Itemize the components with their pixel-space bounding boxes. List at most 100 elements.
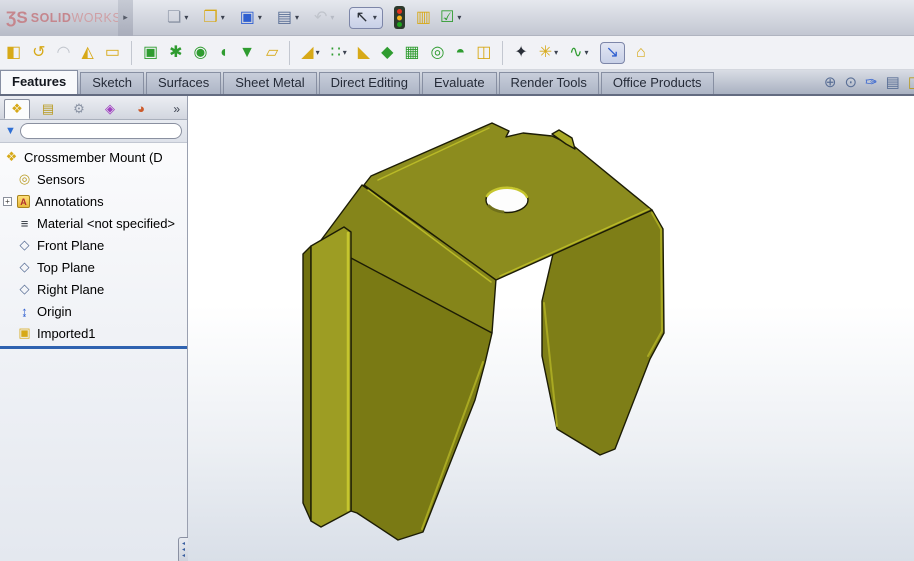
tab-direct-editing[interactable]: Direct Editing	[319, 72, 420, 94]
tab-features[interactable]: Features	[0, 70, 78, 94]
print-icon[interactable]: ▤	[277, 10, 292, 26]
options-dropdown-icon[interactable]: ▾	[457, 13, 461, 22]
dimxpertmanager-tab-icon[interactable]: ◈	[97, 99, 123, 119]
tree-item-top-plane[interactable]: ◇ Top Plane	[0, 256, 187, 278]
new-document-dropdown-icon[interactable]: ▾	[184, 13, 188, 22]
select-tool-button[interactable]: ↖ ▾	[349, 7, 382, 29]
boundary-cut-icon[interactable]: ▱	[266, 45, 278, 61]
menu-expand-arrow-icon[interactable]: ▸	[118, 0, 133, 36]
fillet-group: ◢ ▾	[301, 45, 319, 61]
tree-item-front-plane[interactable]: ◇ Front Plane	[0, 234, 187, 256]
appearances-book-icon[interactable]: ▤	[886, 73, 900, 91]
tree-item-label: Imported1	[37, 326, 96, 341]
helix-dropdown-icon[interactable]: ▾	[585, 48, 589, 57]
featuremanager-tree-tab-icon[interactable]: ❖	[4, 99, 30, 119]
hole-wizard-icon[interactable]: ✱	[169, 45, 182, 61]
extruded-cut-icon[interactable]: ▣	[143, 45, 158, 61]
wrap-icon[interactable]: ◎	[431, 45, 445, 61]
tree-item-label: Material <not specified>	[37, 216, 175, 231]
brand-text-bold: SOLID	[31, 11, 72, 25]
panel-splitter-handle[interactable]: ◂ ◂ ◂	[178, 537, 188, 561]
tab-surfaces[interactable]: Surfaces	[146, 72, 221, 94]
sheet-metal-bends-icon[interactable]: ⌂	[636, 45, 646, 61]
rebuild-traffic-light-icon[interactable]	[394, 6, 405, 29]
save-icon[interactable]: ▣	[240, 10, 255, 26]
select-arrow-icon[interactable]: ↖	[355, 10, 368, 26]
tab-evaluate[interactable]: Evaluate	[422, 72, 497, 94]
new-document-icon[interactable]: ❏	[167, 10, 181, 26]
save-dropdown-icon[interactable]: ▾	[258, 13, 262, 22]
zoom-timed-icon[interactable]: ⊙	[844, 73, 857, 91]
panel-overflow-chevron-icon[interactable]: »	[173, 102, 183, 116]
open-icon[interactable]: ❒	[203, 10, 217, 26]
fillet-dropdown-icon[interactable]: ▾	[316, 48, 320, 57]
lofted-boss-icon[interactable]: ◭	[82, 45, 94, 61]
fillet-icon[interactable]: ◢	[301, 45, 313, 61]
tab-office-products[interactable]: Office Products	[601, 72, 714, 94]
helix-spiral-icon[interactable]: ∿	[569, 45, 582, 61]
tree-item-right-plane[interactable]: ◇ Right Plane	[0, 278, 187, 300]
manager-tab-strip: ❖ ▤ ⚙ ◈ ◕ »	[0, 96, 187, 120]
draft-icon[interactable]: ◆	[381, 45, 393, 61]
model-face-flange[interactable]	[311, 227, 351, 527]
propertymanager-tab-icon[interactable]: ▤	[35, 99, 61, 119]
origin-axes-icon: ↨	[17, 304, 32, 319]
part-icon: ❖	[4, 149, 19, 165]
linear-pattern-icon[interactable]: ∷	[331, 45, 341, 61]
extruded-boss-icon[interactable]: ◧	[6, 45, 21, 61]
tree-item-label: Front Plane	[37, 238, 104, 253]
rib-icon[interactable]: ◣	[358, 45, 370, 61]
rollback-bar[interactable]	[0, 346, 187, 349]
select-dropdown-icon[interactable]: ▾	[373, 13, 377, 22]
pattern-group: ∷ ▾	[331, 45, 347, 61]
instant3d-icon[interactable]: ↘	[606, 45, 619, 61]
dome-icon[interactable]: ◓	[456, 45, 466, 61]
shell-icon[interactable]: ▦	[404, 45, 419, 61]
instant3d-button[interactable]: ↘	[600, 42, 625, 64]
tree-item-material[interactable]: ≡ Material <not specified>	[0, 212, 187, 234]
displaymanager-tab-icon[interactable]: ◕	[128, 99, 154, 119]
tree-item-imported1[interactable]: ▣ Imported1	[0, 322, 187, 344]
undo-icon: ↶	[314, 10, 327, 26]
options-icon[interactable]: ☑	[440, 10, 454, 26]
logo-mark-icon: ƷS	[6, 8, 28, 28]
revolved-cut-icon[interactable]: ◉	[193, 45, 207, 61]
graphics-area[interactable]	[188, 96, 914, 561]
tab-render-tools[interactable]: Render Tools	[499, 72, 599, 94]
features-toolbar: ◧ ↺ ◠ ◭ ▭ ▣ ✱ ◉ ◖ ▼ ▱ ◢ ▾ ∷ ▾ ◣ ◆ ▦ ◎ ◓ …	[0, 36, 914, 70]
curves-dropdown-icon[interactable]: ▾	[554, 48, 558, 57]
tab-sheet-metal[interactable]: Sheet Metal	[223, 72, 316, 94]
tree-item-origin[interactable]: ↨ Origin	[0, 300, 187, 322]
boundary-boss-icon[interactable]: ▭	[105, 45, 120, 61]
scene-box-icon[interactable]: ◫	[908, 73, 914, 91]
swept-cut-icon[interactable]: ◖	[218, 45, 228, 61]
options-group: ☑ ▾	[440, 10, 461, 26]
solidworks-logo: ƷS SOLIDWORKS	[0, 0, 118, 36]
filter-funnel-icon: ▼	[5, 125, 16, 137]
model-face-flange-edge[interactable]	[303, 246, 311, 521]
zoom-to-area-icon[interactable]: ⊕	[824, 73, 837, 91]
plane-icon: ◇	[17, 237, 32, 253]
pen-markup-icon[interactable]: ✑	[865, 73, 878, 91]
open-dropdown-icon[interactable]: ▾	[221, 13, 225, 22]
expand-plus-icon[interactable]: +	[3, 197, 12, 206]
file-properties-icon[interactable]: ▥	[416, 10, 431, 26]
pattern-dropdown-icon[interactable]: ▾	[343, 48, 347, 57]
brand-text-light: WORKS	[71, 11, 121, 25]
print-dropdown-icon[interactable]: ▾	[295, 13, 299, 22]
lofted-cut-icon[interactable]: ▼	[239, 45, 255, 61]
revolved-boss-icon[interactable]: ↺	[32, 45, 45, 61]
tree-item-sensors[interactable]: ◎ Sensors	[0, 168, 187, 190]
tree-item-part-root[interactable]: ❖ Crossmember Mount (D	[0, 146, 187, 168]
curves-icon[interactable]: ✳	[539, 45, 552, 61]
mirror-icon[interactable]: ◫	[476, 45, 491, 61]
configurationmanager-tab-icon[interactable]: ⚙	[66, 99, 92, 119]
tab-sketch[interactable]: Sketch	[80, 72, 144, 94]
model-crossmember-mount[interactable]	[188, 96, 914, 561]
reference-geometry-icon[interactable]: ✦	[514, 45, 527, 61]
plane-icon: ◇	[17, 259, 32, 275]
feature-tree: ❖ Crossmember Mount (D ◎ Sensors + A Ann…	[0, 143, 187, 344]
tree-item-annotations[interactable]: + A Annotations	[0, 190, 187, 212]
filter-input[interactable]	[20, 123, 182, 139]
solidworks-window: ƷS SOLIDWORKS ▸ ❏ ▾ ❒ ▾ ▣ ▾ ▤ ▾ ↶ ▾	[0, 0, 914, 561]
